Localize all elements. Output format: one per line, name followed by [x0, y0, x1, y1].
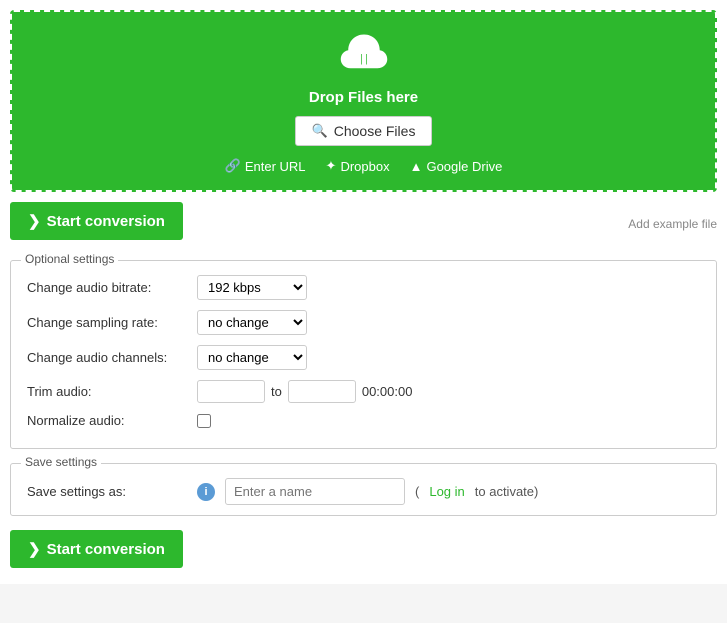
start-conversion-button-top[interactable]: ❯ Start conversion — [10, 202, 183, 240]
optional-settings-legend: Optional settings — [21, 252, 118, 266]
drop-files-text: Drop Files here — [32, 89, 695, 106]
optional-settings-group: Optional settings Change audio bitrate: … — [10, 260, 717, 449]
dropbox-link[interactable]: ✦ Dropbox — [326, 158, 390, 174]
trim-to-label: to — [271, 384, 282, 399]
login-prefix: ( — [415, 484, 419, 499]
sampling-select[interactable]: no change 8000 Hz 11025 Hz 22050 Hz 4410… — [197, 310, 307, 335]
choose-files-button[interactable]: 🔍 Choose Files — [295, 116, 433, 146]
save-label: Save settings as: — [27, 484, 187, 499]
normalize-checkbox[interactable] — [197, 414, 211, 428]
channels-select[interactable]: no change mono stereo — [197, 345, 307, 370]
bitrate-row: Change audio bitrate: 192 kbps 64 kbps 1… — [27, 275, 700, 300]
trim-label: Trim audio: — [27, 384, 187, 399]
upload-icon — [340, 30, 388, 81]
trim-start-input[interactable] — [197, 380, 265, 403]
google-drive-link[interactable]: ▲ Google Drive — [410, 159, 503, 174]
channels-label: Change audio channels: — [27, 350, 187, 365]
save-settings-row: Save settings as: i ( Log in to activate… — [27, 478, 700, 505]
main-container: Drop Files here 🔍 Choose Files 🔗 Enter U… — [0, 0, 727, 584]
link-icon: 🔗 — [225, 158, 241, 174]
google-drive-icon: ▲ — [410, 159, 423, 174]
dropbox-icon: ✦ — [326, 158, 337, 174]
channels-row: Change audio channels: no change mono st… — [27, 345, 700, 370]
start-conversion-button-bottom[interactable]: ❯ Start conversion — [10, 530, 183, 568]
search-icon: 🔍 — [312, 123, 328, 139]
sampling-label: Change sampling rate: — [27, 315, 187, 330]
source-links: 🔗 Enter URL ✦ Dropbox ▲ Google Drive — [32, 158, 695, 174]
trim-time-display: 00:00:00 — [362, 384, 413, 399]
normalize-label: Normalize audio: — [27, 413, 187, 428]
chevron-right-icon: ❯ — [28, 212, 41, 230]
save-name-input[interactable] — [225, 478, 405, 505]
enter-url-link[interactable]: 🔗 Enter URL — [225, 158, 306, 174]
toolbar-row: ❯ Start conversion Add example file — [10, 202, 717, 246]
login-link[interactable]: Log in — [429, 484, 464, 499]
info-icon[interactable]: i — [197, 483, 215, 501]
bitrate-select[interactable]: 192 kbps 64 kbps 128 kbps 256 kbps 320 k… — [197, 275, 307, 300]
save-settings-legend: Save settings — [21, 455, 101, 469]
chevron-right-icon-bottom: ❯ — [28, 540, 41, 558]
activate-text: to activate) — [475, 484, 539, 499]
save-settings-group: Save settings Save settings as: i ( Log … — [10, 463, 717, 516]
sampling-rate-row: Change sampling rate: no change 8000 Hz … — [27, 310, 700, 335]
trim-controls: to 00:00:00 — [197, 380, 412, 403]
drop-zone[interactable]: Drop Files here 🔍 Choose Files 🔗 Enter U… — [10, 10, 717, 192]
trim-row: Trim audio: to 00:00:00 — [27, 380, 700, 403]
trim-end-input[interactable] — [288, 380, 356, 403]
normalize-row: Normalize audio: — [27, 413, 700, 428]
bottom-toolbar: ❯ Start conversion — [10, 530, 717, 574]
add-example-text[interactable]: Add example file — [628, 217, 717, 231]
bitrate-label: Change audio bitrate: — [27, 280, 187, 295]
